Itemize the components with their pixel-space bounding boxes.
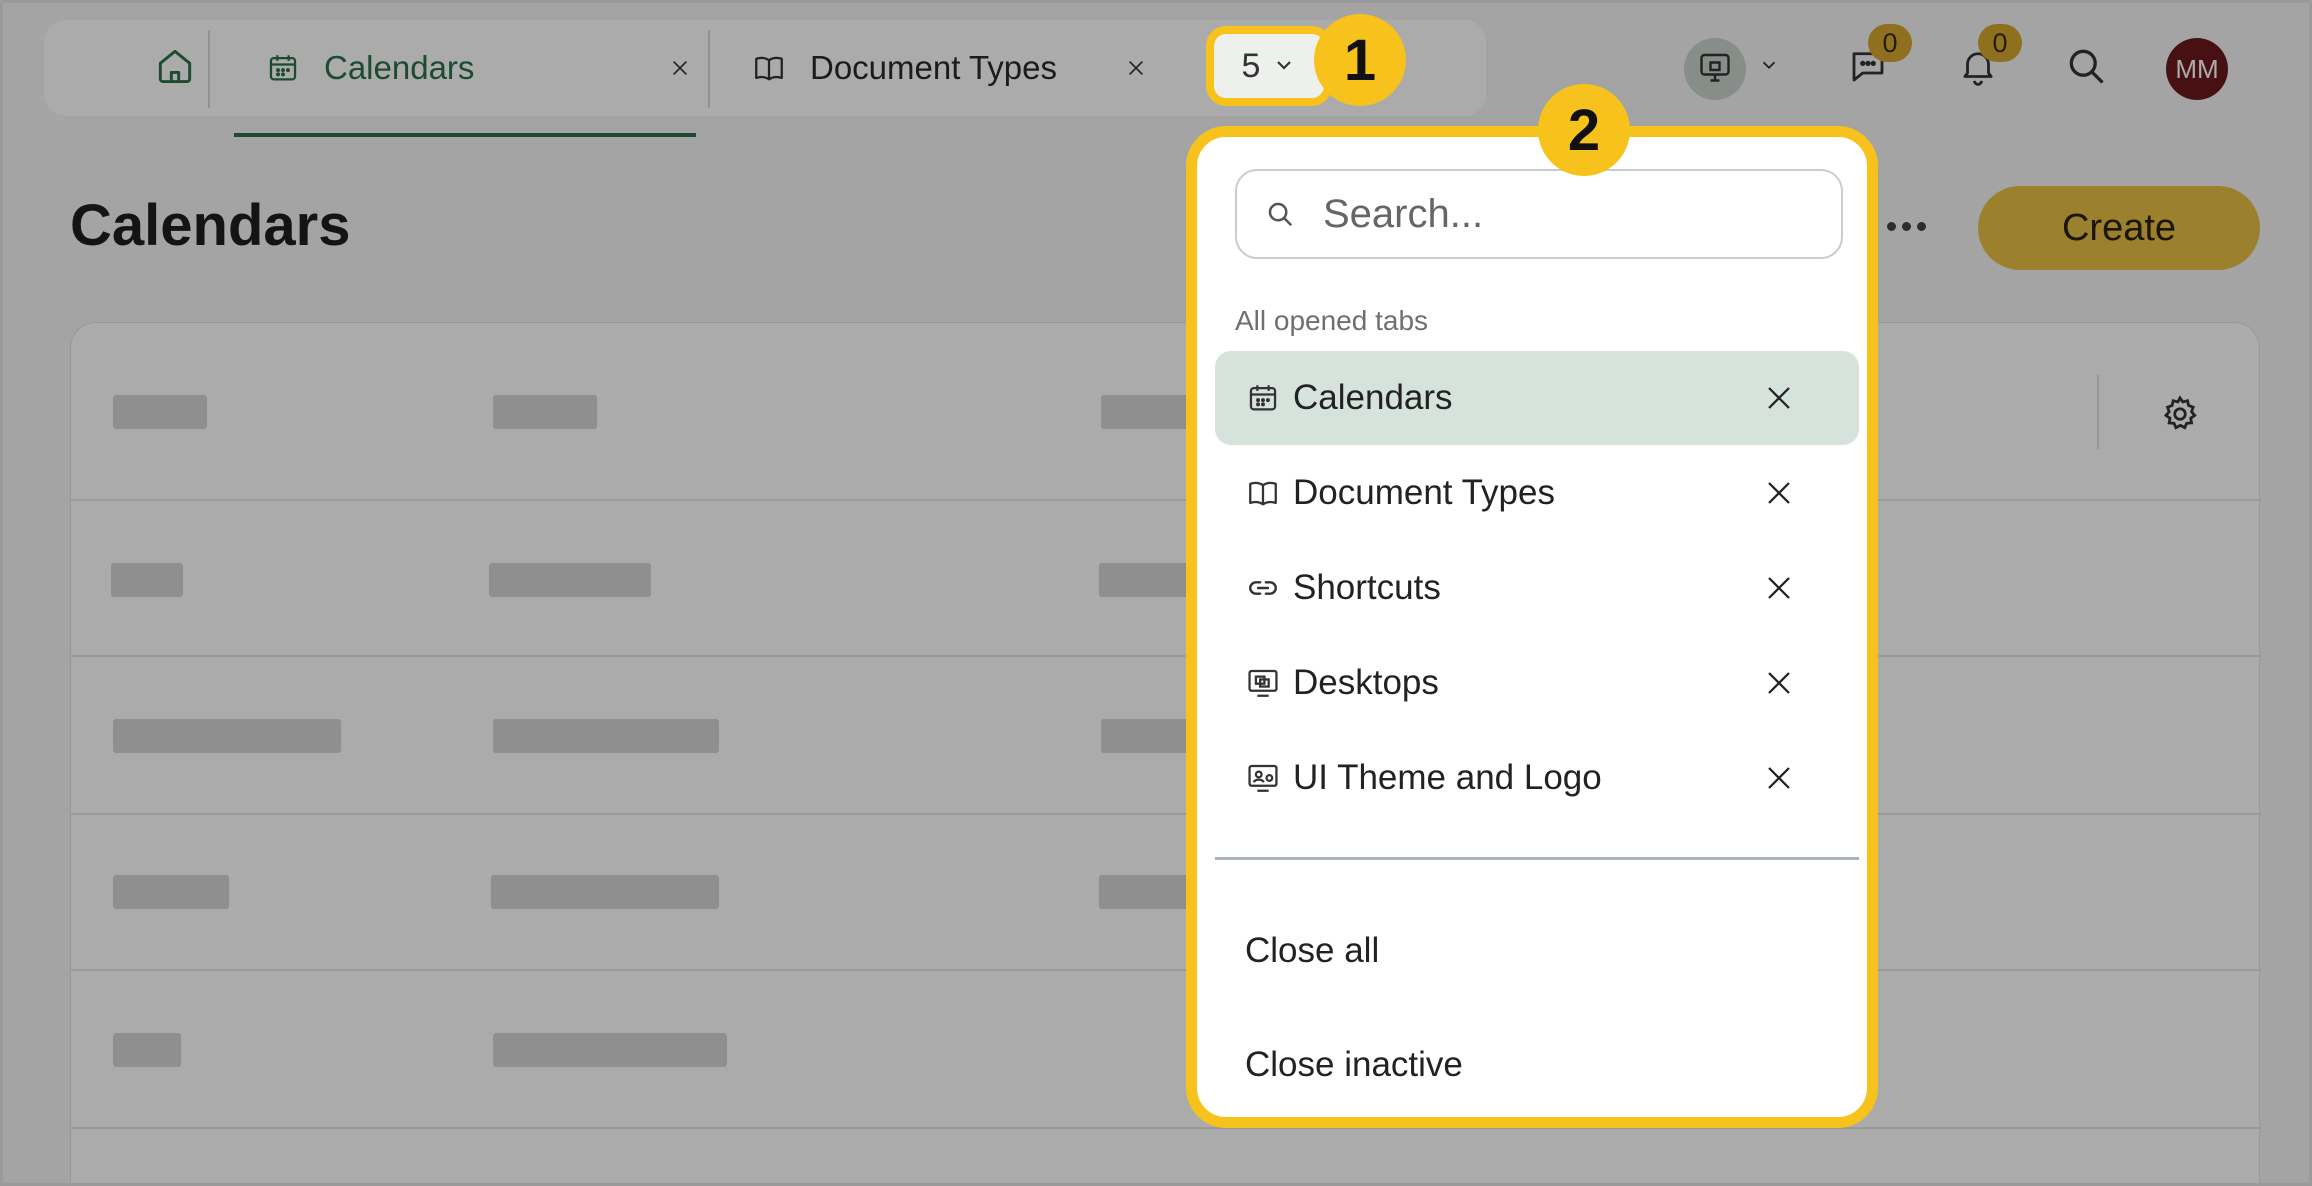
chevron-down-icon <box>1272 47 1296 86</box>
close-all-button[interactable]: Close all <box>1245 931 1379 971</box>
open-tab-item-desktops[interactable]: Desktops <box>1215 636 1859 730</box>
screen-dim-overlay <box>0 0 2312 1186</box>
open-tab-item-document-types[interactable]: Document Types <box>1215 446 1859 540</box>
close-icon[interactable] <box>1759 378 1799 418</box>
menu-divider <box>1215 857 1859 860</box>
section-label: All opened tabs <box>1235 305 1429 336</box>
list-item-label: Document Types <box>1293 473 1555 512</box>
open-tab-item-calendars[interactable]: Calendars <box>1215 351 1859 445</box>
tab-overflow-button[interactable]: 5 <box>1206 26 1332 106</box>
close-inactive-button[interactable]: Close inactive <box>1245 1045 1463 1085</box>
tab-search-field[interactable] <box>1235 169 1843 259</box>
open-tab-item-shortcuts[interactable]: Shortcuts <box>1215 541 1859 635</box>
open-tabs-dropdown: All opened tabs Calendars Document Types <box>1186 126 1878 1128</box>
list-item-label: Shortcuts <box>1293 568 1441 607</box>
list-item-label: UI Theme and Logo <box>1293 758 1602 797</box>
close-icon[interactable] <box>1759 568 1799 608</box>
link-icon <box>1245 570 1281 606</box>
search-icon <box>1265 199 1295 229</box>
opened-tabs-list: Calendars Document Types Shortcuts Deskt… <box>1215 351 1859 826</box>
callout-badge-1: 1 <box>1314 14 1406 106</box>
tab-overflow-count: 5 <box>1241 46 1261 85</box>
theme-icon <box>1245 760 1281 796</box>
list-item-label: Calendars <box>1293 378 1453 417</box>
list-item-label: Desktops <box>1293 663 1439 702</box>
open-tab-item-ui-theme-and-logo[interactable]: UI Theme and Logo <box>1215 731 1859 825</box>
callout-badge-2: 2 <box>1538 84 1630 176</box>
search-input[interactable] <box>1323 191 1823 237</box>
close-icon[interactable] <box>1759 663 1799 703</box>
close-icon[interactable] <box>1759 758 1799 798</box>
book-icon <box>1245 475 1281 511</box>
calendar-icon <box>1245 380 1281 416</box>
close-icon[interactable] <box>1759 473 1799 513</box>
desktop-icon <box>1245 665 1281 701</box>
